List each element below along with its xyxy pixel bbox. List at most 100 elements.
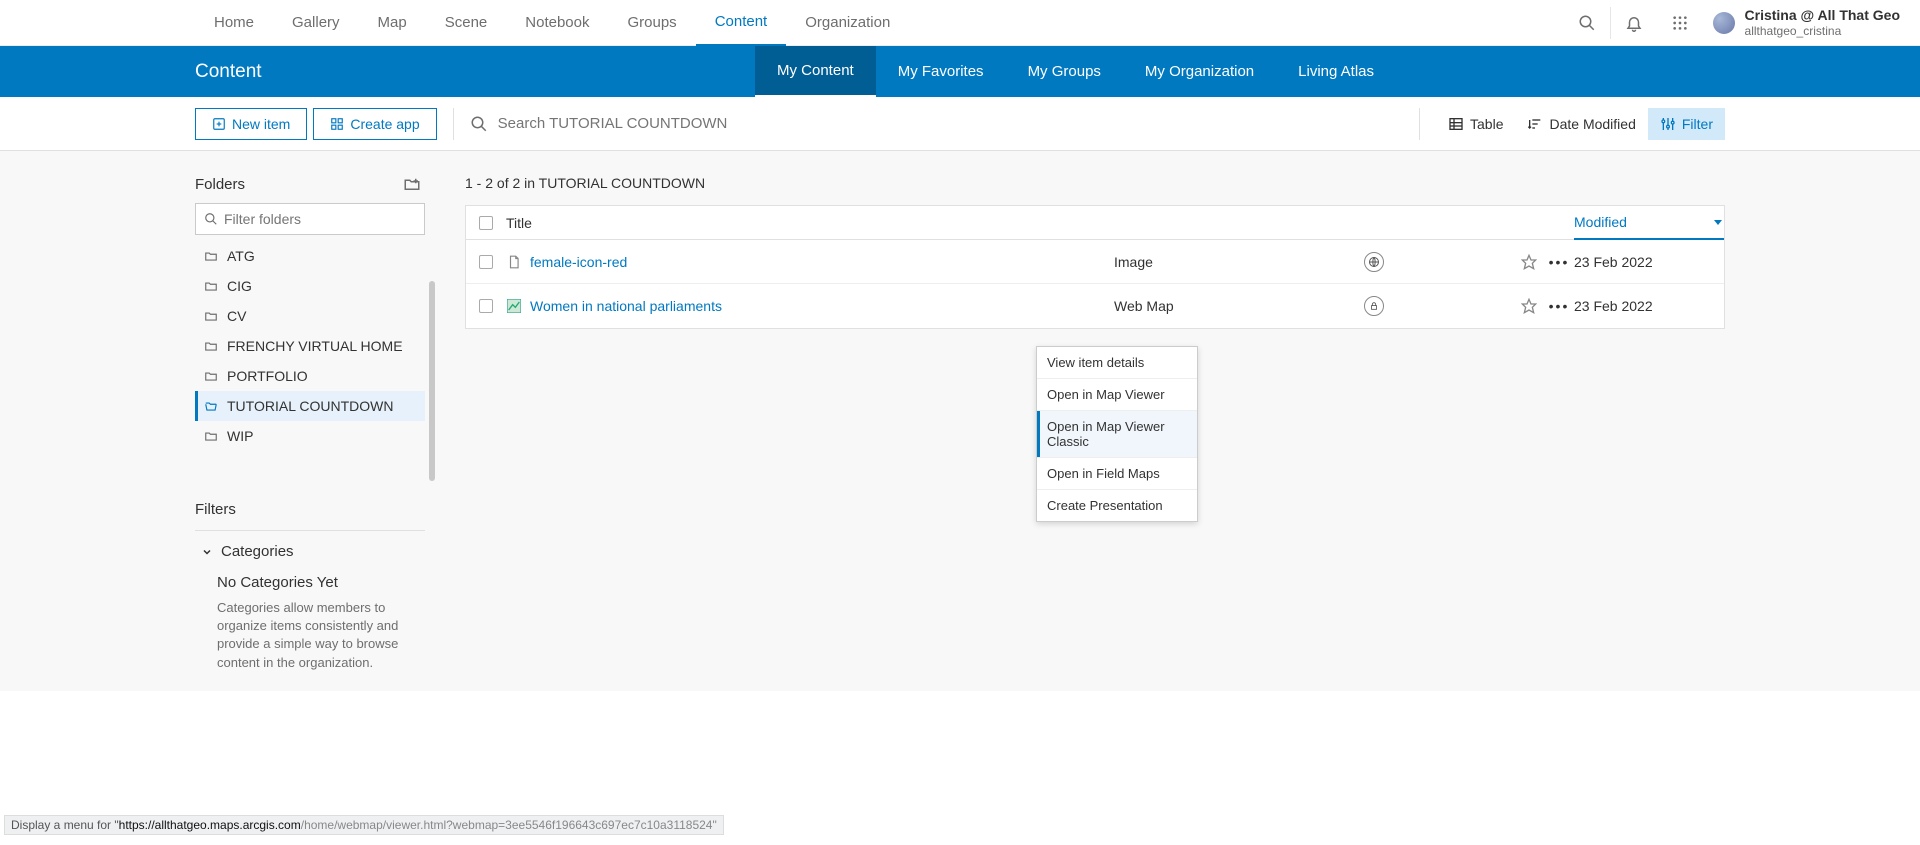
search-icon — [204, 212, 218, 226]
item-link[interactable]: female-icon-red — [530, 254, 627, 270]
filter-button[interactable]: Filter — [1648, 108, 1725, 140]
separator — [1419, 108, 1420, 140]
nav-scene[interactable]: Scene — [426, 0, 507, 46]
user-handle: allthatgeo_cristina — [1745, 24, 1900, 38]
webmap-icon — [506, 298, 522, 314]
top-nav: Home Gallery Map Scene Notebook Groups C… — [0, 0, 1920, 46]
row-title-cell: Women in national parliaments — [506, 298, 1114, 314]
user-menu[interactable]: Cristina @ All That Geo allthatgeo_crist… — [1703, 7, 1920, 38]
folder-frenchy[interactable]: FRENCHY VIRTUAL HOME — [195, 331, 425, 361]
folder-filter-field[interactable] — [224, 211, 416, 227]
col-title[interactable]: Title — [506, 215, 1114, 231]
folder-label: CV — [227, 308, 246, 324]
folder-list: ATG CIG CV FRENCHY VIRTUAL HOME PORTFOLI… — [195, 241, 425, 451]
folder-cv[interactable]: CV — [195, 301, 425, 331]
apps-grid-icon[interactable] — [1657, 0, 1703, 46]
user-lines: Cristina @ All That Geo allthatgeo_crist… — [1745, 7, 1900, 38]
row-checkbox[interactable] — [466, 255, 506, 269]
top-nav-links: Home Gallery Map Scene Notebook Groups C… — [195, 0, 909, 46]
toolbar: New item Create app Table Date Modified … — [0, 97, 1920, 151]
ctx-open-map-viewer[interactable]: Open in Map Viewer — [1037, 379, 1197, 411]
image-file-icon — [506, 254, 522, 270]
page-title: Content — [195, 61, 755, 83]
grid-icon — [330, 117, 344, 131]
more-actions-button[interactable]: ••• — [1544, 254, 1574, 270]
nav-map[interactable]: Map — [359, 0, 426, 46]
filters-label: Filters — [195, 501, 425, 518]
create-app-button[interactable]: Create app — [313, 108, 436, 140]
row-date: 23 Feb 2022 — [1574, 254, 1724, 270]
nav-notebook[interactable]: Notebook — [506, 0, 608, 46]
subheader: Content My Content My Favorites My Group… — [0, 46, 1920, 97]
body: Folders ATG CIG CV FRENCHY VIRTUAL HOME — [0, 151, 1920, 691]
sort-date-modified-button[interactable]: Date Modified — [1515, 108, 1647, 140]
new-folder-icon[interactable] — [403, 175, 421, 193]
search-wrap — [470, 115, 1403, 133]
sliders-icon — [1660, 116, 1676, 132]
view-table-button[interactable]: Table — [1436, 108, 1515, 140]
row-type: Web Map — [1114, 298, 1364, 314]
row-checkbox[interactable] — [466, 299, 506, 313]
select-all-checkbox[interactable] — [466, 216, 506, 230]
status-url-path: /home/webmap/viewer.html?webmap=3ee5546f… — [301, 818, 717, 832]
status-prefix: Display a menu for " — [11, 818, 119, 832]
row-date: 23 Feb 2022 — [1574, 298, 1724, 314]
ctx-view-details[interactable]: View item details — [1037, 347, 1197, 379]
top-nav-right: Cristina @ All That Geo allthatgeo_crist… — [1564, 0, 1920, 46]
table-header: Title Modified — [466, 206, 1724, 240]
folder-icon — [203, 368, 219, 384]
table-row: female-icon-red Image ••• 23 Feb 2022 — [466, 240, 1724, 284]
row-share[interactable] — [1364, 252, 1514, 272]
folder-tutorial-countdown[interactable]: TUTORIAL COUNTDOWN — [195, 391, 425, 421]
new-item-button[interactable]: New item — [195, 108, 307, 140]
item-table: Title Modified female-icon-red — [465, 205, 1725, 329]
folder-icon — [203, 338, 219, 354]
folder-cig[interactable]: CIG — [195, 271, 425, 301]
tab-living-atlas[interactable]: Living Atlas — [1276, 46, 1396, 97]
search-icon — [470, 115, 488, 133]
tab-my-organization[interactable]: My Organization — [1123, 46, 1276, 97]
create-app-label: Create app — [350, 116, 419, 132]
nav-content[interactable]: Content — [696, 0, 787, 46]
folder-portfolio[interactable]: PORTFOLIO — [195, 361, 425, 391]
table-icon — [1448, 116, 1464, 132]
ctx-create-presentation[interactable]: Create Presentation — [1037, 490, 1197, 521]
tab-my-groups[interactable]: My Groups — [1006, 46, 1123, 97]
divider — [195, 530, 425, 531]
nav-groups[interactable]: Groups — [608, 0, 695, 46]
ctx-open-field-maps[interactable]: Open in Field Maps — [1037, 458, 1197, 490]
new-item-label: New item — [232, 116, 290, 132]
nav-gallery[interactable]: Gallery — [273, 0, 359, 46]
more-actions-button[interactable]: ••• — [1544, 298, 1574, 314]
col-modified[interactable]: Modified — [1574, 206, 1724, 239]
folder-filter-input[interactable] — [195, 203, 425, 235]
favorite-button[interactable] — [1514, 298, 1544, 314]
favorite-button[interactable] — [1514, 254, 1544, 270]
tab-my-content[interactable]: My Content — [755, 46, 876, 97]
folder-label: PORTFOLIO — [227, 368, 308, 384]
lock-icon — [1364, 296, 1384, 316]
nav-home[interactable]: Home — [195, 0, 273, 46]
folders-label: Folders — [195, 176, 245, 193]
search-icon[interactable] — [1564, 0, 1610, 46]
folder-atg[interactable]: ATG — [195, 241, 425, 271]
subheader-tabs: My Content My Favorites My Groups My Org… — [755, 46, 1396, 97]
nav-organization[interactable]: Organization — [786, 0, 909, 46]
context-menu: View item details Open in Map Viewer Ope… — [1036, 346, 1198, 522]
categories-toggle[interactable]: Categories — [201, 543, 425, 560]
folders-header: Folders — [195, 175, 425, 193]
status-url-host: https://allthatgeo.maps.arcgis.com — [119, 818, 301, 832]
row-share[interactable] — [1364, 296, 1514, 316]
tab-my-favorites[interactable]: My Favorites — [876, 46, 1006, 97]
folder-wip[interactable]: WIP — [195, 421, 425, 451]
row-type: Image — [1114, 254, 1364, 270]
avatar — [1713, 12, 1735, 34]
folder-open-icon — [203, 398, 219, 414]
separator — [453, 108, 454, 140]
bell-icon[interactable] — [1611, 0, 1657, 46]
search-input[interactable] — [498, 115, 1403, 132]
scrollbar[interactable] — [429, 281, 435, 481]
ctx-open-map-viewer-classic[interactable]: Open in Map Viewer Classic — [1037, 411, 1197, 458]
item-link[interactable]: Women in national parliaments — [530, 298, 722, 314]
toolbar-right: Table Date Modified Filter — [1436, 108, 1920, 140]
